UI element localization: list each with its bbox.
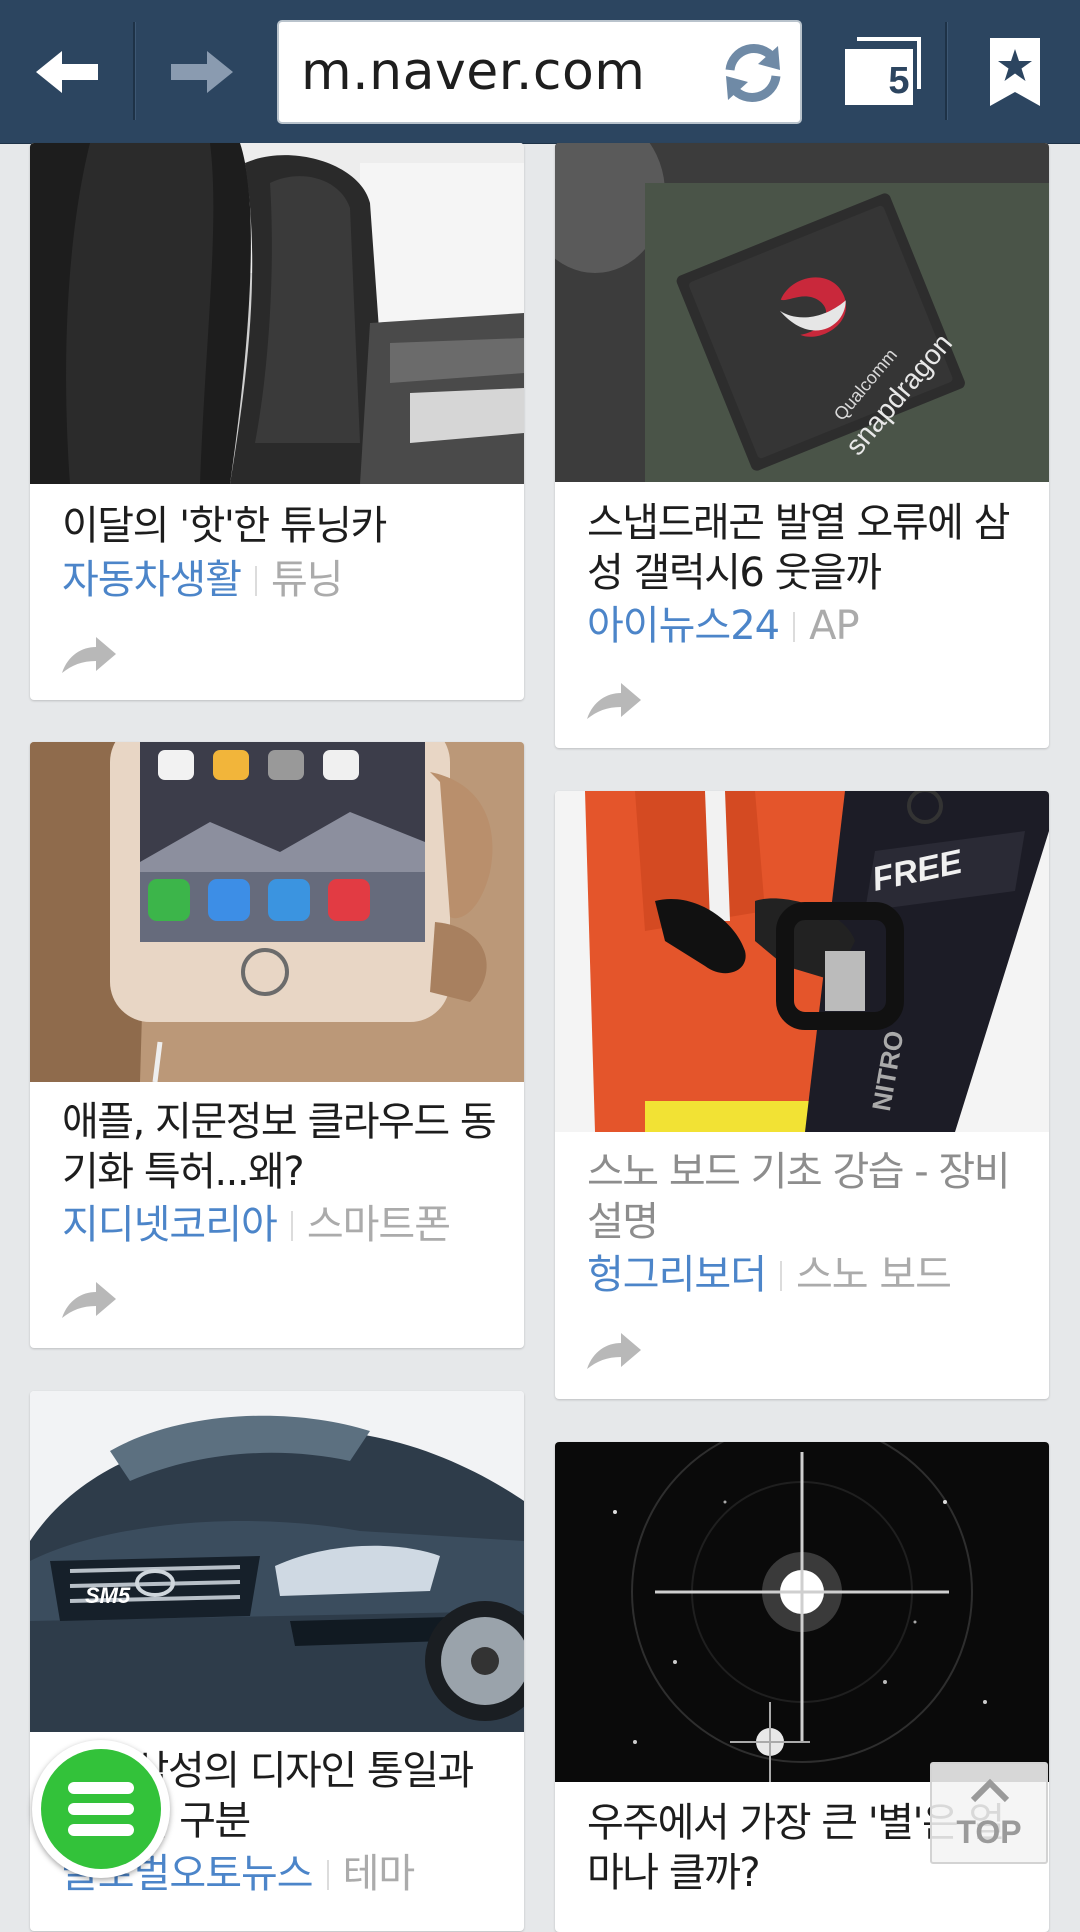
news-card[interactable]: Qualcomm snapdragon 스냅드래곤 발열 오류에 삼성 갤럭시6…	[555, 143, 1049, 748]
card-title[interactable]: 스노 보드 기초 강습 - 장비 설명	[587, 1147, 1021, 1247]
news-card[interactable]: FREE NITRO 스노 보드 기초 강습 - 장비 설명 헝그리보더 스노 보…	[555, 791, 1049, 1399]
meta-divider	[255, 566, 257, 596]
star-thumbnail[interactable]	[555, 1442, 1049, 1782]
card-category: 스노 보드	[796, 1252, 952, 1298]
tabs-icon: 5	[845, 36, 925, 107]
tab-count: 5	[888, 59, 910, 102]
menu-icon	[68, 1782, 134, 1836]
share-icon[interactable]	[60, 1280, 118, 1320]
car-seat-thumbnail[interactable]	[30, 143, 524, 484]
toolbar-separator	[133, 22, 136, 120]
meta-divider	[290, 1211, 293, 1241]
top-label: TOP	[956, 1814, 1022, 1850]
card-category: AP	[809, 603, 859, 649]
toolbar-separator	[945, 22, 948, 120]
browser-toolbar: m.naver.com 5	[0, 0, 1080, 144]
menu-button[interactable]	[32, 1740, 170, 1878]
forward-arrow-icon	[171, 50, 233, 93]
tabs-button[interactable]: 5	[826, 0, 944, 143]
scroll-to-top-button[interactable]: TOP	[930, 1762, 1048, 1864]
news-card[interactable]: 애플, 지문정보 클라우드 동기화 특허...왜? 지디넷코리아 스마트폰	[30, 742, 524, 1348]
chevron-up-icon	[970, 1778, 1010, 1803]
card-source-link[interactable]: 아이뉴스24	[587, 603, 780, 649]
card-meta: 지디넷코리아 스마트폰	[62, 1200, 451, 1250]
card-meta: 헝그리보더 스노 보드	[587, 1250, 952, 1300]
card-meta: 자동차생활 튜닝	[62, 555, 344, 605]
snapdragon-chip-thumbnail[interactable]: Qualcomm snapdragon	[555, 143, 1049, 482]
back-arrow-icon	[35, 50, 98, 93]
card-source-link[interactable]: 헝그리보더	[587, 1252, 767, 1298]
share-icon[interactable]	[585, 1331, 643, 1371]
address-bar[interactable]: m.naver.com	[277, 20, 802, 124]
card-source-link[interactable]: 자동차생활	[62, 557, 242, 603]
forward-button[interactable]	[137, 0, 267, 143]
card-title[interactable]: 애플, 지문정보 클라우드 동기화 특허...왜?	[62, 1097, 497, 1197]
share-icon[interactable]	[60, 635, 118, 675]
card-source-link[interactable]: 지디넷코리아	[62, 1202, 278, 1248]
card-meta: 아이뉴스24 AP	[587, 601, 860, 651]
bookmark-button[interactable]	[950, 0, 1080, 143]
news-card[interactable]: 이달의 '핫'한 튜닝카 자동차생활 튜닝	[30, 143, 524, 700]
card-title[interactable]: 이달의 '핫'한 튜닝카	[62, 501, 496, 551]
back-button[interactable]	[0, 0, 133, 143]
car-sm5-thumbnail[interactable]: SM5	[30, 1391, 524, 1732]
card-category: 튜닝	[271, 557, 344, 603]
share-icon[interactable]	[585, 681, 643, 721]
bookmark-star-icon	[990, 37, 1040, 106]
card-category: 테마	[342, 1851, 416, 1897]
refresh-icon[interactable]	[718, 38, 788, 108]
snowboard-thumbnail[interactable]: FREE NITRO	[555, 791, 1049, 1132]
menu-fab-circle	[41, 1749, 161, 1869]
url-text[interactable]: m.naver.com	[301, 22, 645, 122]
iphone-thumbnail[interactable]	[30, 742, 524, 1082]
card-title[interactable]: 스냅드래곤 발열 오류에 삼성 갤럭시6 웃을까	[587, 498, 1021, 598]
meta-divider	[326, 1860, 329, 1890]
svg-text:SM5: SM5	[85, 1583, 131, 1608]
meta-divider	[793, 612, 796, 642]
meta-divider	[780, 1261, 782, 1291]
card-category: 스마트폰	[306, 1202, 451, 1248]
